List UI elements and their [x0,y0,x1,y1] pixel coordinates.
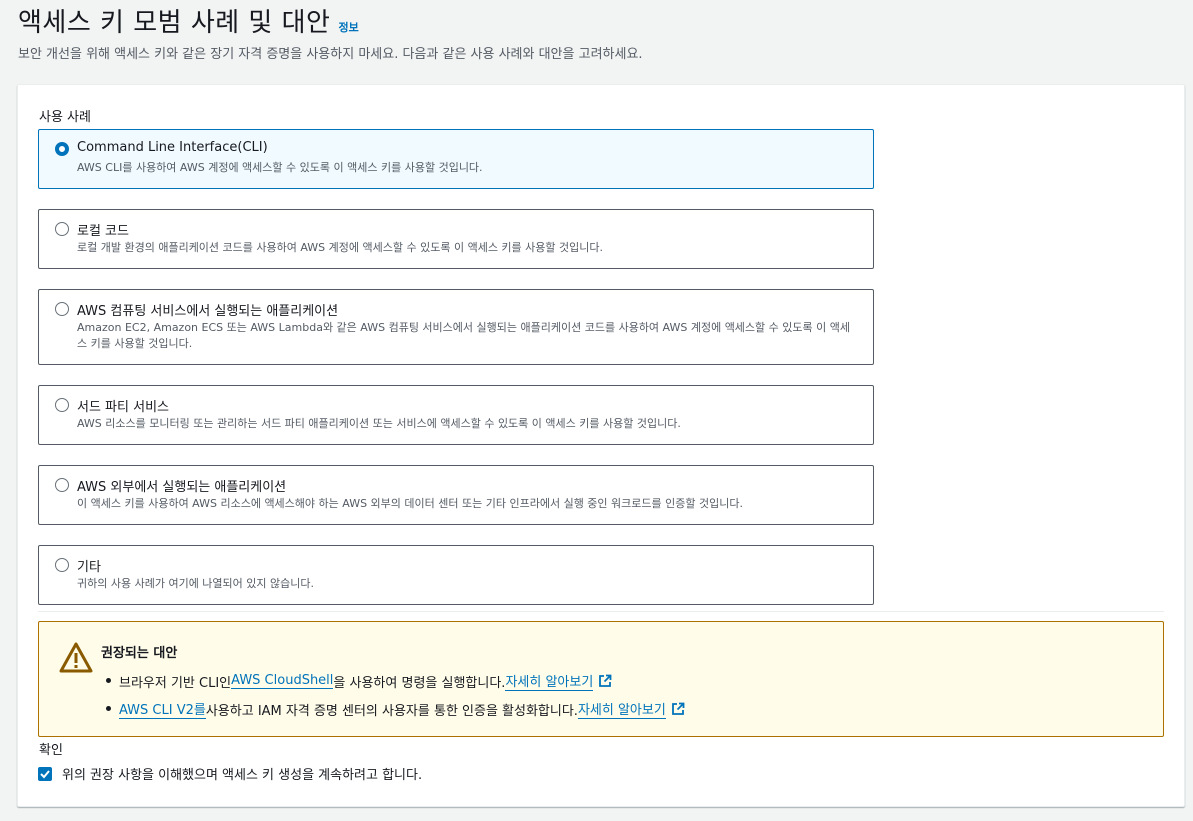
use-case-option-outside-aws[interactable]: AWS 외부에서 실행되는 애플리케이션 이 액세스 키를 사용하여 AWS 리… [38,465,874,525]
aws-cloudshell-link[interactable]: AWS CloudShell [231,673,334,689]
use-case-option-third-party[interactable]: 서드 파티 서비스 AWS 리소스를 모니터링 또는 관리하는 서드 파티 애플… [38,385,874,445]
aws-cli-v2-link[interactable]: AWS CLI V2를 [119,699,206,719]
option-description: 로컬 개발 환경의 애플리케이션 코드를 사용하여 AWS 계정에 액세스할 수… [77,241,604,254]
use-case-label: 사용 사례 [39,110,91,125]
radio-button[interactable] [55,222,69,236]
page-title: 액세스 키 모범 사례 및 대안 [18,8,331,38]
option-description: AWS CLI를 사용하여 AWS 계정에 액세스할 수 있도록 이 액세스 키… [77,161,483,174]
use-case-option-cli[interactable]: Command Line Interface(CLI) AWS CLI를 사용하… [38,129,874,189]
alert-item: 브라우저 기반 CLI인 AWS CloudShell 을 사용하여 명령을 실행… [101,667,685,695]
option-description: 귀하의 사용 사례가 여기에 나열되어 있지 않습니다. [77,577,314,590]
radio-button[interactable] [55,558,69,572]
option-description: Amazon EC2, Amazon ECS 또는 AWS Lambda와 같은… [77,321,850,350]
use-case-option-other[interactable]: 기타 귀하의 사용 사례가 여기에 나열되어 있지 않습니다. [38,545,874,605]
alert-list: 브라우저 기반 CLI인 AWS CloudShell 을 사용하여 명령을 실행… [101,667,685,723]
learn-more-link[interactable]: 자세히 알아보기 [505,671,594,691]
use-case-option-aws-compute[interactable]: AWS 컴퓨팅 서비스에서 실행되는 애플리케이션 Amazon EC2, Am… [38,289,874,365]
alert-item-text: 을 사용하여 명령을 실행합니다. [333,675,506,691]
option-description: 이 액세스 키를 사용하여 AWS 리소스에 액세스해야 하는 AWS 외부의 … [77,497,743,510]
external-link-icon[interactable] [671,702,685,716]
option-title: AWS 외부에서 실행되는 애플리케이션 [77,480,287,495]
info-link[interactable]: 정보 [338,19,358,35]
radio-button[interactable] [55,478,69,492]
radio-button[interactable] [55,142,69,156]
alert-item: AWS CLI V2를 사용하고 IAM 자격 증명 센터의 사용자를 통한 인… [101,695,685,723]
option-description: AWS 리소스를 모니터링 또는 관리하는 서드 파티 애플리케이션 또는 서비… [77,417,681,430]
option-title: AWS 컴퓨팅 서비스에서 실행되는 애플리케이션 [77,304,339,319]
divider [38,611,1164,612]
confirmation-checkbox-row[interactable]: 위의 권장 사항을 이해했으며 액세스 키 생성을 계속하려고 합니다. [38,764,422,783]
confirmation-checkbox[interactable] [38,766,52,781]
alert-item-text: 사용하고 IAM 자격 증명 센터의 사용자를 통한 인증을 활성화합니다. [205,703,578,719]
learn-more-link[interactable]: 자세히 알아보기 [577,699,666,719]
use-case-option-local-code[interactable]: 로컬 코드 로컬 개발 환경의 애플리케이션 코드를 사용하여 AWS 계정에 … [38,209,874,269]
option-title: 기타 [77,560,101,575]
checkmark-icon [40,769,50,778]
external-link-icon[interactable] [598,674,612,688]
use-case-card: 사용 사례 Command Line Interface(CLI) AWS CL… [17,84,1185,807]
alert-item-text: 브라우저 기반 CLI인 [119,675,232,691]
warning-icon [59,642,93,673]
option-title: Command Line Interface(CLI) [77,140,268,155]
option-title: 서드 파티 서비스 [77,400,169,415]
page-header: 액세스 키 모범 사례 및 대안 정보 [18,2,359,39]
confirmation-checkbox-label: 위의 권장 사항을 이해했으며 액세스 키 생성을 계속하려고 합니다. [62,768,423,783]
page-description: 보안 개선을 위해 액세스 키와 같은 장기 자격 증명을 사용하지 마세요. … [18,47,643,62]
recommended-alternatives-alert: 권장되는 대안 브라우저 기반 CLI인 AWS CloudShell 을 사용하… [38,621,1164,737]
alert-title: 권장되는 대안 [101,646,178,661]
confirmation-label: 확인 [39,743,63,758]
option-title: 로컬 코드 [77,224,129,239]
radio-button[interactable] [55,302,69,316]
radio-button[interactable] [55,398,69,412]
